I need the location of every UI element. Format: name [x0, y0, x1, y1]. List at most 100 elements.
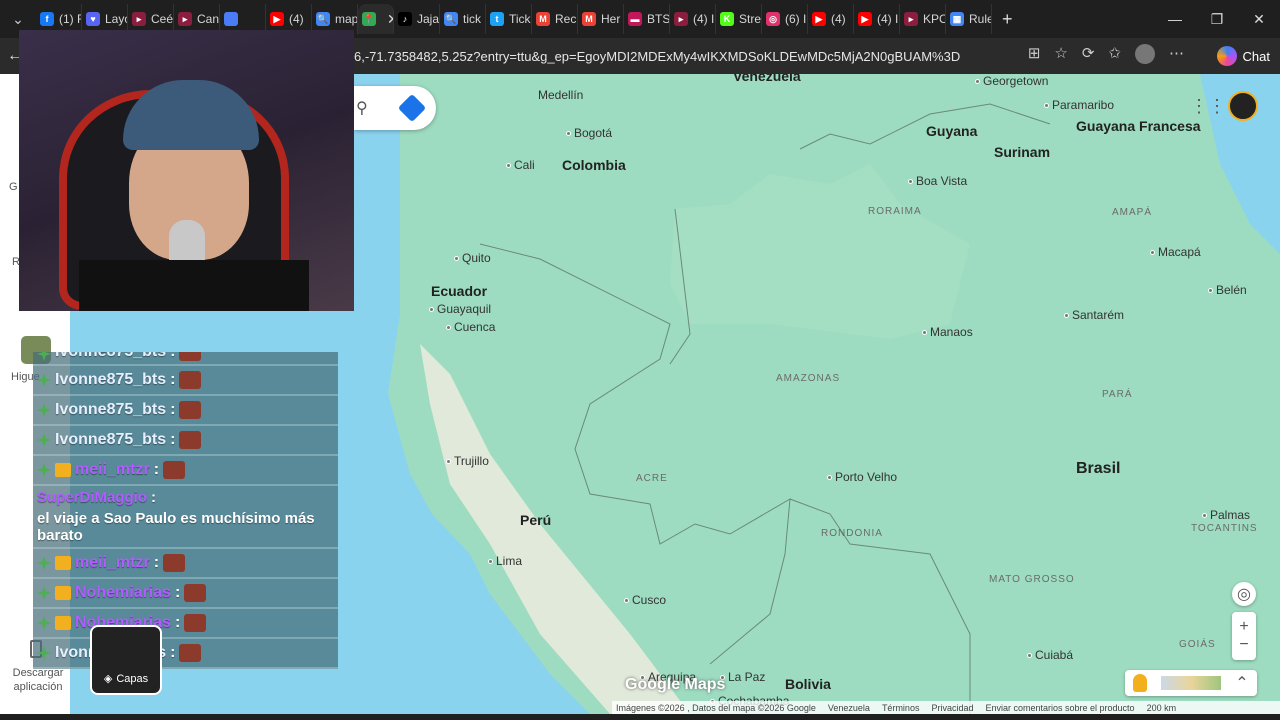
directions-icon[interactable]	[397, 93, 427, 123]
account-avatar[interactable]	[1228, 91, 1258, 121]
map-label-text: RONDONIA	[821, 528, 883, 539]
privacy-link[interactable]: Privacidad	[931, 703, 973, 713]
map-label-text: Guayana Francesa	[1076, 118, 1201, 134]
restore-icon[interactable]: ❐	[1196, 0, 1238, 38]
map-label-city[interactable]: Macapá	[1150, 245, 1201, 259]
map-label-state[interactable]: GOIÁS	[1179, 639, 1216, 650]
map-label-city[interactable]: Cusco	[624, 593, 666, 607]
chat-emote-icon	[184, 614, 207, 632]
zoom-in-icon[interactable]: +	[1239, 618, 1248, 636]
profile-avatar[interactable]	[1135, 44, 1155, 64]
tab-favicon-icon: ▸	[132, 12, 146, 26]
more-menu-icon[interactable]: ⋯	[1169, 44, 1184, 64]
map-label-country[interactable]: Ecuador	[431, 283, 487, 299]
map-label-city[interactable]: Paramaribo	[1044, 98, 1114, 112]
map-label-city[interactable]: Belén	[1208, 283, 1247, 297]
map-label-city[interactable]: Guayaquil	[429, 302, 491, 316]
map-label-state[interactable]: ACRE	[636, 473, 668, 484]
map-label-city[interactable]: Trujillo	[446, 454, 489, 468]
app-available-icon[interactable]: ⊞	[1028, 44, 1041, 64]
new-tab-button[interactable]: +	[1002, 9, 1013, 30]
search-icon[interactable]: ⚲	[356, 98, 368, 118]
browser-tab[interactable]: ▶ (4)	[808, 4, 854, 34]
my-location-icon[interactable]: ◎	[1232, 582, 1256, 606]
feedback-link[interactable]: Enviar comentarios sobre el producto	[985, 703, 1134, 713]
map-label-country[interactable]: Surinam	[994, 144, 1050, 160]
tab-label: (4)	[289, 12, 304, 26]
city-marker-icon	[1202, 513, 1207, 519]
map-label-city[interactable]: Porto Velho	[827, 470, 897, 484]
chat-button-label: Chat	[1242, 48, 1270, 64]
map-label-city[interactable]: Georgetown	[975, 74, 1048, 88]
map-label-country[interactable]: Colombia	[562, 157, 626, 173]
tab-label: Stre	[739, 12, 762, 26]
map-label-country[interactable]: Bolivia	[785, 676, 831, 692]
map-label-city[interactable]: Palmas	[1202, 508, 1250, 522]
pegman-icon[interactable]	[1133, 674, 1148, 692]
tab-favicon-icon: ▬	[628, 12, 642, 26]
chat-message: meii_mtzr:	[33, 549, 338, 579]
map-label-country[interactable]: Guayana Francesa	[1076, 118, 1201, 134]
scale-label[interactable]: 200 km	[1147, 703, 1177, 713]
map-label-city[interactable]: Manaos	[922, 325, 973, 339]
webcam-overlay	[19, 30, 354, 311]
browser-tab[interactable]: ▦ Rule	[946, 4, 992, 34]
map-label-state[interactable]: AMAZONAS	[776, 373, 840, 384]
browser-tab[interactable]: ◎ (6) I	[762, 4, 808, 34]
copilot-chat-button[interactable]: Chat	[1216, 44, 1270, 68]
browser-tab[interactable]: ▬ BTS	[624, 4, 670, 34]
minimize-icon[interactable]: —	[1154, 0, 1196, 38]
search-box[interactable]: ⚲	[354, 86, 436, 130]
map-label-state[interactable]: MATO GROSSO	[989, 574, 1075, 585]
chat-username: Ivonne875_bts	[55, 401, 167, 418]
layers-button[interactable]: ◈ Capas	[90, 625, 162, 695]
map-label-country[interactable]: Venezuela	[733, 74, 801, 84]
browser-tab[interactable]: 🔍 tick	[440, 4, 486, 34]
map-label-city[interactable]: Santarém	[1064, 308, 1124, 322]
browser-tab[interactable]: ▸ KPC	[900, 4, 946, 34]
extensions-icon[interactable]: ⟳	[1082, 44, 1095, 64]
map-label-state[interactable]: RONDONIA	[821, 528, 883, 539]
browser-tab[interactable]: M Her	[578, 4, 624, 34]
chat-message: Ivonne875_bts:	[33, 366, 338, 396]
browser-tab[interactable]: t Tick	[486, 4, 532, 34]
map-label-city[interactable]: La Paz	[720, 670, 765, 684]
map-label-city[interactable]: Bogotá	[566, 126, 612, 140]
browser-tab[interactable]: K Stre	[716, 4, 762, 34]
zoom-out-icon[interactable]: −	[1239, 636, 1248, 654]
map-label-state[interactable]: PARÁ	[1102, 389, 1133, 400]
expand-up-icon[interactable]: ⌃	[1235, 673, 1248, 693]
map-label-state[interactable]: TOCANTINS	[1191, 523, 1258, 534]
apps-grid-icon[interactable]: ⋮⋮	[1190, 96, 1226, 117]
download-app-label[interactable]: Descargar aplicación	[8, 666, 68, 694]
map-label-text: Bogotá	[574, 126, 613, 140]
map-label-city[interactable]: Cuiabá	[1027, 648, 1073, 662]
map-label-city[interactable]: Quito	[454, 251, 491, 265]
url-field[interactable]: 6,-71.7358482,5.25z?entry=ttu&g_ep=EgoyM…	[354, 49, 960, 64]
browser-tab[interactable]: 📍✕	[358, 4, 394, 34]
footer-country-link[interactable]: Venezuela	[828, 703, 870, 713]
close-window-icon[interactable]: ✕	[1238, 0, 1280, 38]
map-type-thumbnails[interactable]	[1161, 676, 1222, 690]
map-label-state[interactable]: RORAIMA	[868, 206, 922, 217]
map-label-city[interactable]: Boa Vista	[908, 174, 967, 188]
collections-icon[interactable]: ✩	[1108, 44, 1121, 64]
map-label-country[interactable]: Guyana	[926, 123, 977, 139]
browser-tab[interactable]: ▶ (4) I	[854, 4, 900, 34]
map-label-city[interactable]: Cali	[506, 158, 535, 172]
map-label-country[interactable]: Brasil	[1076, 460, 1120, 478]
map-label-town[interactable]: Medellín	[538, 88, 583, 102]
map-label-city[interactable]: Cuenca	[446, 320, 495, 334]
stream-chat-overlay: Ivonne875_bts: Ivonne875_bts: Ivonne875_bt…	[33, 352, 338, 669]
tab-label: BTS	[647, 12, 670, 26]
map-label-city[interactable]: Lima	[488, 554, 522, 568]
browser-tab[interactable]: ♪ Jaja	[394, 4, 440, 34]
browser-tab[interactable]: ▸ (4) I	[670, 4, 716, 34]
close-tab-icon[interactable]: ✕	[387, 11, 393, 28]
zoom-controls: + −	[1232, 612, 1256, 660]
map-label-country[interactable]: Perú	[520, 512, 551, 528]
terms-link[interactable]: Términos	[882, 703, 920, 713]
map-label-state[interactable]: AMAPÁ	[1112, 207, 1152, 218]
favorite-star-icon[interactable]: ☆	[1054, 44, 1067, 64]
browser-tab[interactable]: M Rec	[532, 4, 578, 34]
